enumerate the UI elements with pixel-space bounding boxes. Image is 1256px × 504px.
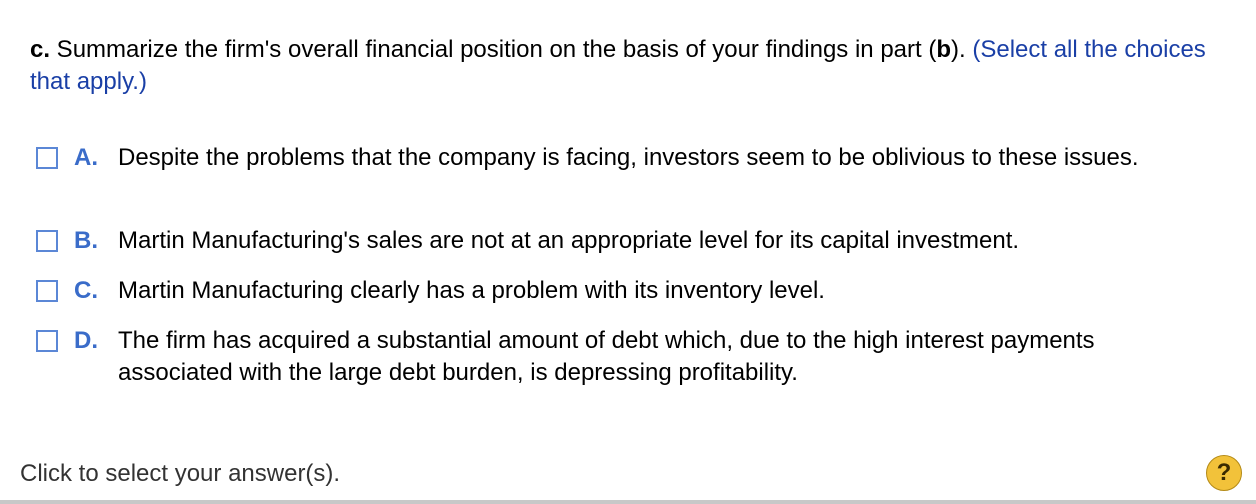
choice-c-text: Martin Manufacturing clearly has a probl…: [118, 277, 825, 304]
question-part-reference: b: [936, 36, 952, 63]
question-mark-icon[interactable]: ?: [1206, 455, 1242, 491]
question-text: c. Summarize the firm's overall financia…: [30, 34, 1230, 98]
choice-c-checkbox[interactable]: [36, 280, 58, 302]
question-text-before: Summarize the firm's overall financial p…: [50, 36, 937, 63]
question-part-label: c.: [30, 36, 51, 63]
choice-c-letter: C.: [74, 277, 98, 304]
choice-a-checkbox[interactable]: [36, 147, 58, 169]
question-text-after: ).: [951, 36, 973, 63]
choice-d-letter: D.: [74, 327, 98, 354]
answer-prompt: Click to select your answer(s).: [20, 460, 341, 487]
choice-d-checkbox[interactable]: [36, 330, 58, 352]
choice-a-text: Despite the problems that the company is…: [118, 144, 1139, 171]
choice-b-checkbox[interactable]: [36, 230, 58, 252]
choice-b-letter: B.: [74, 227, 98, 254]
choice-b-text: Martin Manufacturing's sales are not at …: [118, 227, 1020, 254]
choice-d-text: The firm has acquired a substantial amou…: [118, 327, 1095, 386]
bottom-divider: [0, 500, 1256, 504]
choice-a-letter: A.: [74, 144, 98, 171]
